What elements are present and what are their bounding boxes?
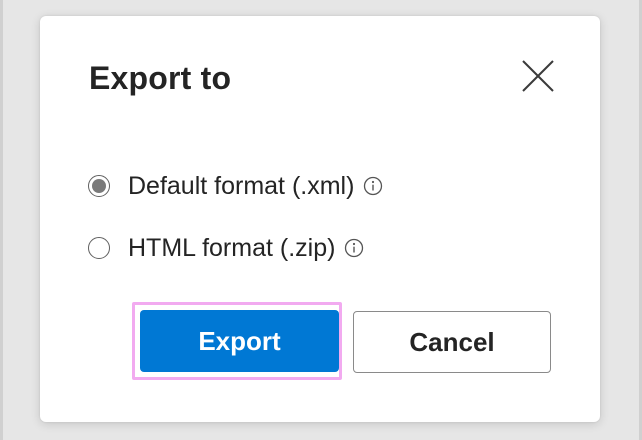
radio-button-default-format[interactable]	[88, 175, 110, 197]
radio-option-html-format[interactable]: HTML format (.zip)	[88, 230, 364, 266]
info-icon[interactable]	[363, 176, 383, 196]
close-icon	[522, 60, 554, 92]
cancel-button[interactable]: Cancel	[353, 311, 551, 373]
radio-option-default-format[interactable]: Default format (.xml)	[88, 168, 383, 204]
backdrop-edge-left	[0, 0, 3, 440]
radio-label-html-format: HTML format (.zip)	[128, 234, 336, 262]
radio-label-default-format: Default format (.xml)	[128, 172, 355, 200]
radio-selected-dot	[92, 179, 106, 193]
dialog-title: Export to	[89, 60, 232, 96]
export-button[interactable]: Export	[140, 310, 339, 372]
close-button[interactable]	[518, 56, 558, 96]
radio-button-html-format[interactable]	[88, 237, 110, 259]
info-icon[interactable]	[344, 238, 364, 258]
export-dialog: Export to Default format (.xml) HTML for…	[40, 16, 600, 422]
